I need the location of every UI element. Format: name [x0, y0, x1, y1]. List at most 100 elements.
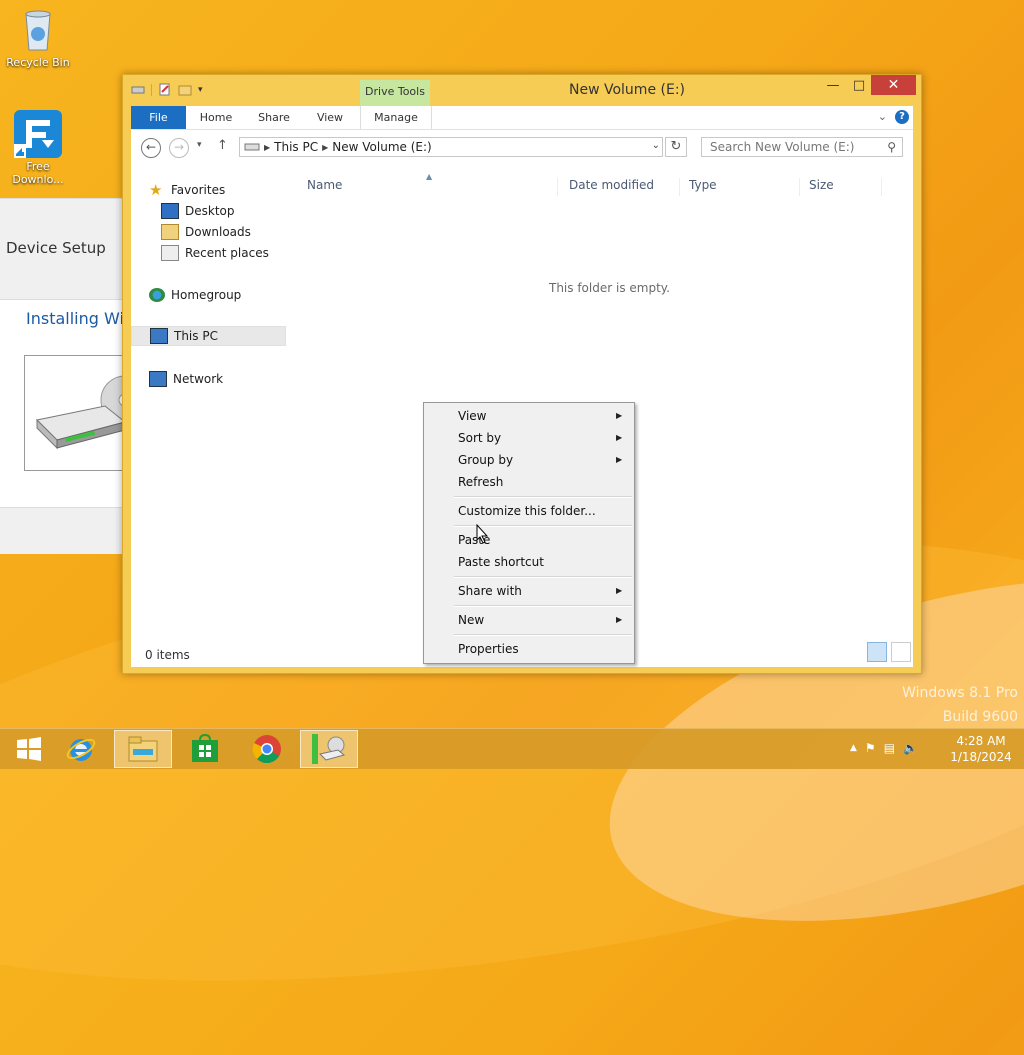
system-tray: ▲ ⚑ ▤ 🔈	[850, 741, 918, 755]
menu-item-paste-shortcut[interactable]: Paste shortcut	[458, 552, 544, 572]
forward-button[interactable]: →	[169, 138, 189, 158]
status-item-count: 0 items	[145, 648, 190, 662]
homegroup-icon	[149, 288, 165, 302]
network-icon	[149, 371, 167, 387]
up-button[interactable]: ↑	[217, 138, 228, 153]
device-setup-header: Device Setup	[0, 199, 135, 300]
tab-view[interactable]: View	[305, 106, 355, 129]
show-hidden-icons-icon[interactable]: ▲	[850, 743, 857, 753]
menu-label: Refresh	[458, 475, 504, 489]
taskbar-chrome[interactable]	[238, 730, 296, 768]
menu-item-share-with[interactable]: Share with ▶	[458, 581, 622, 601]
menu-label: New	[458, 613, 485, 627]
address-dropdown-icon[interactable]: ⌄	[652, 140, 660, 151]
nav-item-this-pc[interactable]: This PC	[131, 326, 286, 346]
nav-item-network[interactable]: Network	[149, 369, 223, 389]
title-bar[interactable]: ▾ Drive Tools New Volume (E:) — □ ✕	[123, 75, 921, 128]
search-icon: ⚲	[887, 140, 896, 154]
recent-places-icon	[161, 245, 179, 261]
ribbon-tabs: File Home Share View Manage ⌄ ?	[131, 106, 913, 130]
expand-ribbon-icon[interactable]: ⌄	[878, 110, 887, 123]
window-title: New Volume (E:)	[569, 82, 685, 98]
menu-label: Share with	[458, 584, 522, 598]
network-status-icon[interactable]: ▤	[884, 741, 895, 755]
start-button[interactable]	[0, 730, 58, 768]
os-watermark-line1: Windows 8.1 Pro	[902, 685, 1018, 701]
menu-item-properties[interactable]: Properties	[458, 639, 519, 659]
recycle-bin-icon	[14, 6, 62, 54]
menu-label: Properties	[458, 642, 519, 656]
column-name[interactable]: Name	[307, 178, 558, 196]
chrome-icon	[252, 735, 281, 764]
desktop-icon-recycle-bin[interactable]: Recycle Bin	[0, 6, 76, 69]
nav-label: Desktop	[185, 204, 235, 218]
nav-item-desktop[interactable]: Desktop	[161, 201, 235, 221]
close-button[interactable]: ✕	[871, 75, 916, 95]
nav-label: This PC	[174, 329, 218, 343]
back-button[interactable]: ←	[141, 138, 161, 158]
tab-file[interactable]: File	[131, 106, 186, 129]
menu-item-group-by[interactable]: Group by ▶	[458, 450, 622, 470]
taskbar-device-setup[interactable]	[300, 730, 358, 768]
menu-separator	[454, 496, 632, 498]
star-icon: ★	[149, 181, 163, 199]
device-setup-title: Device Setup	[6, 239, 106, 257]
taskbar-store[interactable]	[176, 730, 234, 768]
nav-label: Favorites	[171, 183, 226, 197]
volume-muted-icon[interactable]: 🔈	[903, 741, 918, 755]
taskbar-internet-explorer[interactable]	[52, 730, 110, 768]
details-view-button[interactable]	[867, 642, 887, 662]
downloads-icon	[161, 224, 179, 240]
drive-icon	[244, 143, 260, 151]
desktop-icon-free-download[interactable]: Free Downlo...	[0, 110, 76, 186]
navigation-bar: ← → ▾ ↑ ▶ This PC ▶ New Volume (E:) ⌄ ↻ …	[131, 130, 913, 166]
breadcrumb-arrow-icon[interactable]: ▶	[322, 143, 328, 152]
column-date-modified[interactable]: Date modified	[569, 178, 680, 196]
menu-item-sort-by[interactable]: Sort by ▶	[458, 428, 622, 448]
breadcrumb-new-volume[interactable]: New Volume (E:)	[332, 140, 431, 154]
taskbar: ▲ ⚑ ▤ 🔈 4:28 AM 1/18/2024	[0, 728, 1024, 769]
nav-item-downloads[interactable]: Downloads	[161, 222, 251, 242]
refresh-button[interactable]: ↻	[665, 137, 687, 157]
tab-manage[interactable]: Manage	[360, 106, 432, 129]
breadcrumb-arrow-icon[interactable]: ▶	[264, 143, 270, 152]
search-input[interactable]: Search New Volume (E:) ⚲	[701, 137, 903, 157]
nav-item-homegroup[interactable]: Homegroup	[149, 285, 241, 305]
tab-home[interactable]: Home	[191, 106, 241, 129]
menu-item-refresh[interactable]: Refresh	[458, 472, 503, 492]
help-icon[interactable]: ?	[895, 110, 909, 124]
taskbar-clock[interactable]: 4:28 AM 1/18/2024	[948, 733, 1014, 765]
large-icons-view-button[interactable]	[891, 642, 911, 662]
menu-separator	[454, 634, 632, 636]
menu-item-customize[interactable]: Customize this folder...	[458, 501, 596, 521]
tab-share[interactable]: Share	[249, 106, 299, 129]
submenu-arrow-icon: ▶	[616, 455, 623, 464]
breadcrumb-this-pc[interactable]: This PC	[274, 140, 318, 154]
menu-item-new[interactable]: New ▶	[458, 610, 622, 630]
nav-label: Recent places	[185, 246, 269, 260]
submenu-arrow-icon: ▶	[616, 433, 623, 442]
nav-item-favorites[interactable]: ★ Favorites	[149, 180, 225, 200]
address-bar[interactable]: ▶ This PC ▶ New Volume (E:) ⌄	[239, 137, 663, 157]
menu-separator	[454, 605, 632, 607]
submenu-arrow-icon: ▶	[616, 586, 623, 595]
submenu-arrow-icon: ▶	[616, 411, 623, 420]
nav-label: Homegroup	[171, 288, 242, 302]
clock-time: 4:28 AM	[956, 734, 1006, 748]
column-type[interactable]: Type	[689, 178, 800, 196]
installing-text: Installing Wi	[26, 309, 124, 328]
desktop-icon-label: Free Downlo...	[12, 160, 64, 186]
nav-label: Network	[173, 372, 224, 386]
device-setup-footer	[0, 507, 135, 554]
recent-locations-icon[interactable]: ▾	[197, 140, 202, 150]
menu-label: View	[458, 409, 487, 423]
column-size[interactable]: Size	[809, 178, 882, 196]
action-center-flag-icon[interactable]: ⚑	[865, 741, 876, 755]
taskbar-file-explorer[interactable]	[114, 730, 172, 768]
menu-label: Sort by	[458, 431, 502, 445]
menu-label: Paste shortcut	[458, 555, 544, 569]
menu-item-view[interactable]: View ▶	[458, 406, 622, 426]
nav-item-recent-places[interactable]: Recent places	[161, 243, 269, 263]
internet-explorer-icon	[66, 738, 96, 761]
navigation-pane: ★ Favorites Desktop Downloads Recent pla…	[131, 170, 287, 638]
